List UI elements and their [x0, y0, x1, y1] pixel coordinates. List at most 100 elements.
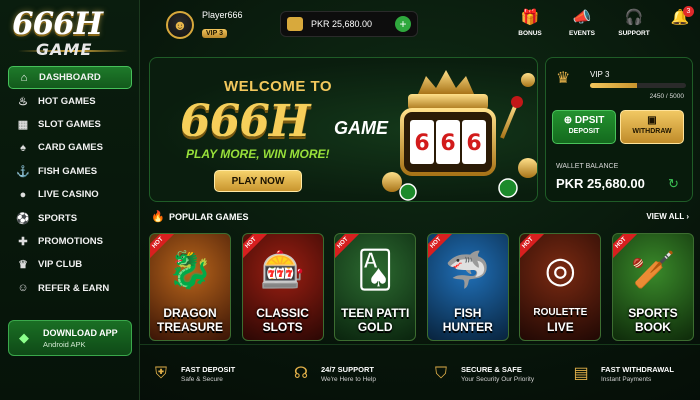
game-card-dragon-treasure[interactable]: 🐉 HOT DRAGON TREASURE: [149, 233, 231, 341]
game-title-line2: SLOTS: [262, 320, 303, 334]
sidebar-nav: ⌂ DASHBOARD ♨ HOT GAMES ▦ SLOT GAMES ♠ C…: [8, 66, 132, 300]
sidebar-item-refer-earn[interactable]: ☺ REFER & EARN: [8, 277, 132, 300]
sidebar-item-label: VIP CLUB: [38, 259, 83, 271]
sidebar-item-label: CARD GAMES: [38, 142, 103, 154]
view-all-label: VIEW ALL: [646, 212, 685, 221]
home-icon: ⌂: [20, 71, 28, 84]
vip-progress-fill: [590, 83, 638, 88]
user-icon: ☻: [172, 17, 188, 33]
feature-fast-withdrawal: ▤ FAST WITHDRAWAL Instant Payments: [569, 352, 694, 396]
top-header: ☻ Player666 VIP 3 PKR 25,680.00 + 🎁 BONU…: [140, 0, 700, 50]
events-label: EVENTS: [568, 30, 595, 37]
svg-text:6: 6: [466, 131, 481, 156]
popular-games-header: 🔥 POPULAR GAMES VIEW ALL ›: [149, 210, 689, 226]
feature-text: 24/7 SUPPORT We're Here to Help: [321, 365, 376, 383]
sidebar-item-fish-games[interactable]: ⚓ FISH GAMES: [8, 160, 132, 183]
sidebar-item-live-casino[interactable]: ● LIVE CASINO: [8, 183, 132, 206]
game-title-line1: ROULETTE: [533, 307, 588, 318]
svg-text:6: 6: [440, 131, 455, 156]
header-actions: 🎁 BONUS 📣 EVENTS 🎧 SUPPORT 🔔 3: [504, 6, 700, 37]
game-title: ROULETTE LIVE: [520, 306, 600, 334]
feature-text: FAST DEPOSIT Safe & Secure: [181, 365, 235, 383]
sidebar-item-label: FISH GAMES: [38, 165, 98, 177]
events-button[interactable]: 📣 EVENTS: [556, 8, 608, 37]
fire-icon: ♨: [18, 95, 28, 108]
vip-badge: VIP 3: [202, 29, 227, 38]
feature-support: ☊ 24/7 SUPPORT We're Here to Help: [289, 352, 414, 396]
bonus-button[interactable]: 🎁 BONUS: [504, 8, 556, 37]
game-card-classic-slots[interactable]: 🎰 HOT CLASSIC SLOTS: [241, 233, 324, 341]
brand-logo[interactable]: 666H GAME: [8, 4, 134, 60]
features-bar: ⛨ FAST DEPOSIT Safe & Secure ☊ 24/7 SUPP…: [149, 352, 694, 396]
play-now-button[interactable]: PLAY NOW: [214, 170, 302, 192]
wallet-icon: ▤: [573, 365, 589, 382]
crown-icon: ♛: [556, 70, 571, 87]
hero-tagline: PLAY MORE, WIN MORE!: [186, 147, 330, 161]
game-card-teen-patti-gold[interactable]: 🂡 HOT TEEN PATTI GOLD: [334, 233, 417, 341]
vip-progress-text: 2450 / 5000: [649, 93, 684, 100]
plus-circle-icon: ⊕ DPSIT: [563, 115, 605, 126]
crown-icon: ♛: [18, 259, 28, 272]
game-title-line2: BOOK: [634, 320, 671, 334]
referral-icon: ☺: [17, 282, 29, 295]
avatar: ☻: [166, 11, 194, 39]
deposit-button[interactable]: ⊕ DPSIT DEPOSIT: [552, 110, 616, 144]
game-title-line2: TREASURE: [156, 320, 223, 334]
game-title: SPORTS BOOK: [613, 306, 693, 334]
shield-check-icon: ⛨: [154, 365, 167, 382]
cards-icon: ♠: [20, 141, 26, 154]
withdraw-button[interactable]: ▣ WITHDRAW: [620, 110, 684, 144]
balance-value: PKR 25,680.00: [311, 19, 373, 29]
add-funds-button[interactable]: +: [395, 16, 411, 32]
sidebar-item-label: SLOT GAMES: [38, 118, 101, 130]
withdraw-icon: ▣: [647, 115, 657, 126]
username: Player666: [202, 10, 243, 20]
logo-main-text: 666H: [12, 6, 103, 42]
game-title-line2: GOLD: [357, 320, 393, 334]
notifications-button[interactable]: 🔔 3: [660, 6, 700, 37]
hero-title: 666H: [180, 96, 310, 147]
headset-icon: 🎧: [624, 9, 644, 26]
user-profile[interactable]: ☻ Player666 VIP 3: [166, 10, 243, 40]
sidebar-item-slot-games[interactable]: ▦ SLOT GAMES: [8, 113, 132, 136]
app-root: 666H GAME ⌂ DASHBOARD ♨ HOT GAMES ▦ SLOT…: [0, 0, 700, 400]
sidebar-item-promotions[interactable]: ✚ PROMOTIONS: [8, 230, 132, 253]
svg-text:6: 6: [414, 131, 429, 156]
refresh-icon[interactable]: ↻: [668, 176, 679, 192]
sidebar-item-card-games[interactable]: ♠ CARD GAMES: [8, 136, 132, 159]
popular-games-title: POPULAR GAMES: [169, 212, 249, 222]
fish-icon: ⚓: [16, 165, 30, 178]
feature-title: 24/7 SUPPORT: [321, 365, 374, 374]
game-title-line2: LIVE: [547, 320, 574, 334]
game-card-sports-book[interactable]: 🏏 HOT SPORTS BOOK: [611, 233, 694, 341]
sidebar-item-vip-club[interactable]: ♛ VIP CLUB: [8, 253, 132, 276]
feature-text: SECURE & SAFE Your Security Our Priority: [461, 365, 534, 383]
sidebar-item-sports[interactable]: ⚽ SPORTS: [8, 206, 132, 229]
view-all-link[interactable]: VIEW ALL ›: [646, 212, 689, 221]
android-icon: ◆: [19, 330, 29, 345]
support-button[interactable]: 🎧 SUPPORT: [608, 8, 660, 37]
user-live-icon: ●: [19, 188, 27, 201]
games-grid: 🐉 HOT DRAGON TREASURE 🎰 HOT CLASSIC SLOT…: [149, 233, 694, 341]
sidebar-item-dashboard[interactable]: ⌂ DASHBOARD: [8, 66, 132, 90]
logo-sub-text: GAME: [36, 40, 93, 59]
wallet-icon: [287, 17, 303, 31]
feature-sub: Instant Payments: [601, 376, 652, 383]
notification-count: 3: [683, 6, 694, 17]
feature-title: SECURE & SAFE: [461, 365, 522, 374]
download-sub: Android APK: [43, 339, 86, 349]
support-label: SUPPORT: [618, 30, 650, 37]
download-text: DOWNLOAD APP Android APK: [43, 328, 118, 349]
download-app-button[interactable]: ◆ DOWNLOAD APP Android APK: [8, 320, 132, 356]
game-card-roulette-live[interactable]: ◎ HOT ROULETTE LIVE: [519, 233, 602, 341]
wallet-balance-label: WALLET BALANCE: [556, 163, 619, 170]
game-title-line1: TEEN PATTI: [341, 306, 410, 320]
headset-icon: ☊: [293, 365, 309, 382]
sidebar-item-hot-games[interactable]: ♨ HOT GAMES: [8, 89, 132, 112]
balance-display: PKR 25,680.00 +: [280, 11, 418, 37]
game-card-fish-hunter[interactable]: 🦈 HOT FISH HUNTER: [426, 233, 509, 341]
feature-fast-deposit: ⛨ FAST DEPOSIT Safe & Secure: [149, 352, 274, 396]
feature-sub: Your Security Our Priority: [461, 376, 535, 383]
sidebar-item-label: PROMOTIONS: [38, 235, 103, 247]
feature-sub: Safe & Secure: [181, 376, 223, 383]
